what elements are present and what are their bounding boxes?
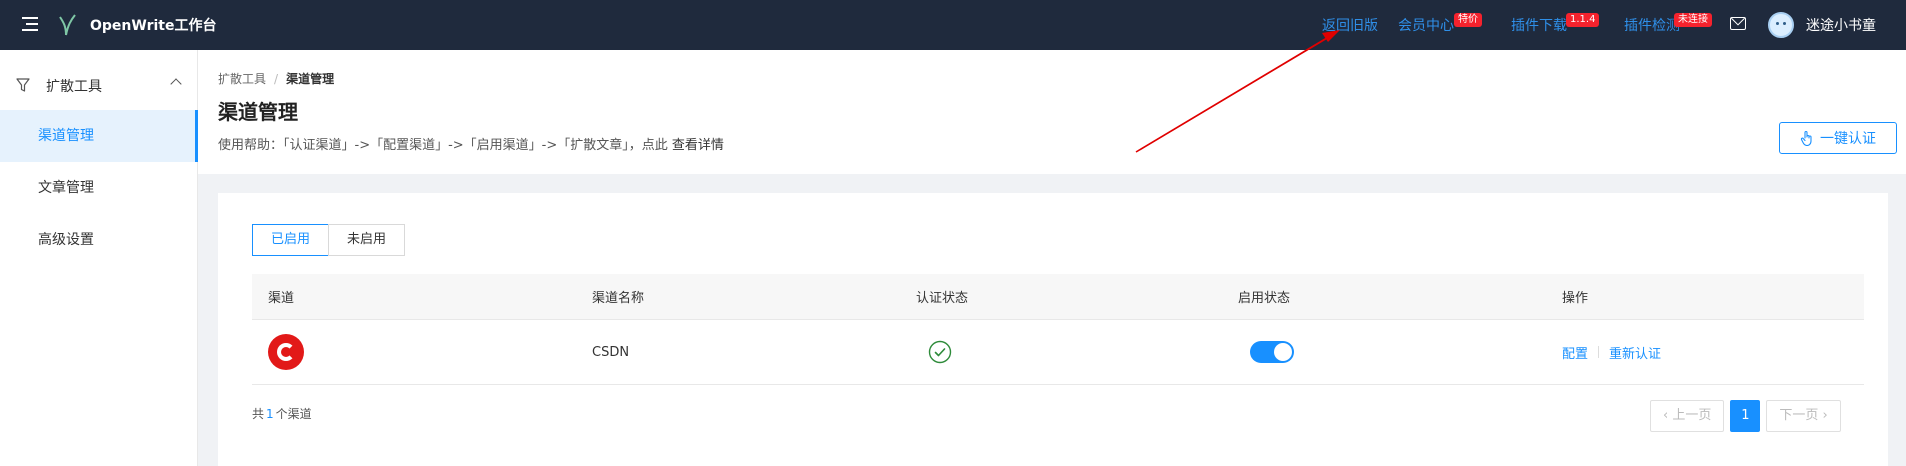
sidebar-group-spread-tools[interactable]: 扩散工具 [0,66,198,104]
channel-name: CSDN [592,344,630,360]
mail-icon[interactable] [1730,17,1746,30]
one-click-auth-label: 一键认证 [1820,131,1876,147]
enabled-toggle[interactable] [1250,341,1294,363]
member-center-link[interactable]: 会员中心 [1398,15,1454,35]
member-center-badge: 特价 [1454,13,1482,27]
page-header: 扩散工具 / 渠道管理 渠道管理 使用帮助：「认证渠道」->「配置渠道」->「启用渠… [198,50,1906,174]
count-prefix: 共 [252,407,265,421]
configure-link[interactable]: 配置 [1562,343,1588,362]
channel-count: 共 1 个渠道 [252,405,312,422]
column-header-enabled-status: 启用状态 [1238,291,1291,306]
next-page-label: 下一页 [1779,408,1819,423]
sidebar: 扩散工具 渠道管理 文章管理 高级设置 [0,50,198,466]
brand-title: OpenWrite工作台 [90,18,217,34]
breadcrumb-item[interactable]: 扩散工具 [218,72,266,86]
top-bar: OpenWrite工作台 返回旧版 会员中心 特价 插件下载 1.1.4 插件检… [0,0,1906,50]
pagination: ‹ 上一页 1 下一页 › [1650,400,1841,432]
breadcrumb-current: 渠道管理 [286,72,335,86]
sidebar-item-advanced-settings[interactable]: 高级设置 [0,214,198,266]
hand-icon [1800,130,1812,146]
reauth-link[interactable]: 重新认证 [1609,343,1661,362]
filter-icon [16,78,30,92]
tab-disabled[interactable]: 未启用 [328,224,406,256]
help-details-link[interactable]: 查看详情 [672,138,724,153]
sidebar-item-channel-management[interactable]: 渠道管理 [0,110,198,162]
menu-icon[interactable] [22,17,38,31]
chevron-up-icon [170,78,182,90]
page-title: 渠道管理 [218,100,298,124]
old-version-link[interactable]: 返回旧版 [1322,15,1378,35]
help-text: 使用帮助：「认证渠道」->「配置渠道」->「启用渠道」->「扩散文章」，点此 查… [218,134,724,153]
csdn-logo [268,334,304,370]
count-number: 1 [266,407,274,421]
table-header: 渠道 渠道名称 认证状态 启用状态 操作 [252,274,1864,320]
column-header-channel: 渠道 [268,291,295,306]
count-suffix: 个渠道 [275,407,312,421]
prev-page-label: 上一页 [1672,408,1712,423]
avatar[interactable] [1768,12,1794,38]
channel-table: 渠道 渠道名称 认证状态 启用状态 操作 CSDN 配置 重新认证 [252,274,1864,385]
sidebar-item-article-management[interactable]: 文章管理 [0,162,198,214]
column-header-name: 渠道名称 [592,291,645,306]
plugin-download-badge: 1.1.4 [1566,13,1600,27]
sidebar-group-label: 扩散工具 [46,79,102,95]
column-header-auth-status: 认证状态 [916,291,969,306]
plugin-check-link[interactable]: 插件检测 [1624,15,1680,35]
column-header-actions: 操作 [1562,291,1589,306]
next-page-button[interactable]: 下一页 › [1766,400,1841,432]
action-divider [1598,346,1600,358]
logo-icon [59,14,76,36]
check-circle-icon [928,340,952,364]
breadcrumb: 扩散工具 / 渠道管理 [218,72,335,86]
username[interactable]: 迷途小书童 [1806,15,1876,35]
page-number-current[interactable]: 1 [1730,400,1761,432]
plugin-download-link[interactable]: 插件下载 [1511,15,1567,35]
help-prefix: 使用帮助：「认证渠道」->「配置渠道」->「启用渠道」->「扩散文章」，点此 [218,138,668,153]
one-click-auth-button[interactable]: 一键认证 [1779,122,1897,154]
prev-page-button[interactable]: ‹ 上一页 [1650,400,1725,432]
plugin-check-badge: 未连接 [1674,13,1712,27]
channel-card: 已启用 未启用 渠道 渠道名称 认证状态 启用状态 操作 CSDN 配置 重新认… [218,193,1888,466]
tab-enabled[interactable]: 已启用 [252,224,330,256]
table-row: CSDN 配置 重新认证 [252,320,1864,385]
status-tabs: 已启用 未启用 [252,224,406,256]
